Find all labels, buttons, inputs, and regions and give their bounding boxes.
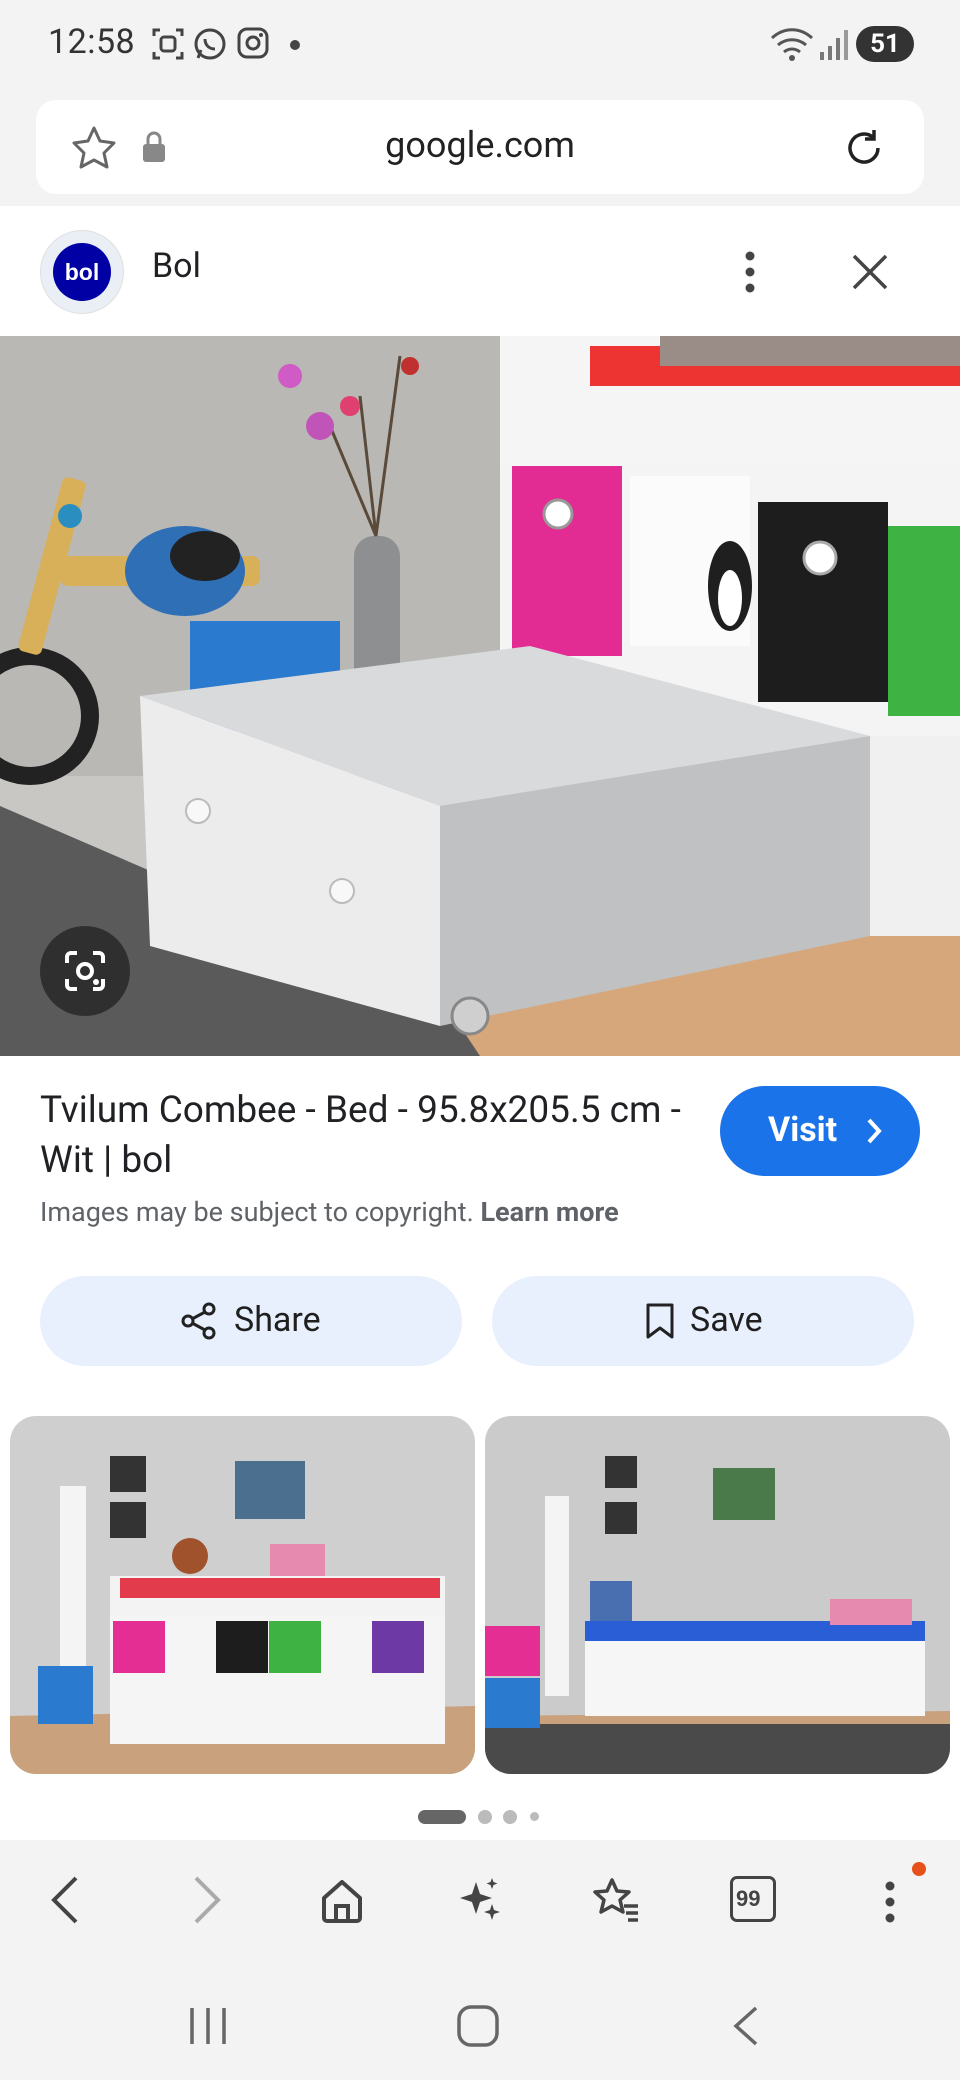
more-vert-icon[interactable] (730, 248, 770, 296)
signal-icon (820, 30, 848, 60)
share-button[interactable]: Share (40, 1276, 462, 1366)
whatsapp-icon (194, 28, 226, 60)
bookmark-icon (646, 1303, 674, 1339)
bookmarks-icon[interactable] (590, 1876, 642, 1924)
copyright-notice: Images may be subject to copyright. Lear… (40, 1196, 619, 1228)
back-icon[interactable] (46, 1874, 86, 1926)
reload-icon[interactable] (840, 124, 888, 172)
site-name[interactable]: Bol (152, 246, 201, 286)
recents-icon[interactable] (186, 2006, 230, 2046)
wifi-icon (770, 28, 814, 61)
visit-label: Visit (768, 1110, 838, 1150)
back-button-icon[interactable] (730, 2004, 762, 2048)
status-time: 12:58 (48, 22, 136, 62)
visit-button[interactable]: Visit (720, 1086, 920, 1176)
save-label: Save (690, 1300, 763, 1340)
tab-count: 99 (736, 1886, 761, 1911)
main-product-image[interactable] (0, 336, 960, 1056)
screenshot-icon (152, 28, 184, 60)
related-image-1[interactable] (10, 1416, 475, 1774)
related-images (0, 1416, 960, 1800)
url-text[interactable]: google.com (36, 124, 924, 166)
lens-icon (65, 951, 105, 991)
tabs-icon[interactable]: 99 (730, 1876, 776, 1922)
home-button-icon[interactable] (456, 2004, 500, 2048)
system-navigation-bar (0, 1960, 960, 2080)
copyright-text: Images may be subject to copyright. (40, 1196, 474, 1228)
page-dot[interactable] (503, 1810, 517, 1824)
notification-badge (912, 1862, 926, 1876)
page-dot[interactable] (530, 1812, 539, 1821)
chevron-right-icon (867, 1118, 882, 1144)
result-header: bol Bol (0, 206, 960, 336)
google-lens-button[interactable] (40, 926, 130, 1016)
forward-icon[interactable] (186, 1874, 226, 1926)
product-photo-illustration (0, 336, 960, 1056)
related-photo-illustration-2 (485, 1416, 950, 1774)
share-label: Share (234, 1300, 321, 1340)
gallery-pagination (0, 1796, 960, 1840)
related-photo-illustration (10, 1416, 475, 1774)
home-icon[interactable] (318, 1876, 366, 1924)
more-vert-icon[interactable] (870, 1878, 910, 1926)
site-logo[interactable]: bol (40, 230, 124, 314)
site-logo-text: bol (53, 243, 111, 301)
notification-dot-icon (290, 40, 300, 50)
page-dot-active[interactable] (418, 1810, 466, 1824)
instagram-icon (237, 27, 269, 59)
page-dot[interactable] (478, 1810, 492, 1824)
close-icon[interactable] (850, 252, 890, 292)
learn-more-link[interactable]: Learn more (480, 1196, 618, 1228)
browser-toolbar: 99 (0, 1840, 960, 1960)
related-image-2[interactable] (485, 1416, 950, 1774)
share-icon (181, 1302, 216, 1340)
result-title[interactable]: Tvilum Combee - Bed - 95.8x205.5 cm - Wi… (40, 1086, 700, 1186)
save-button[interactable]: Save (492, 1276, 914, 1366)
status-bar: 12:58 51 (0, 0, 960, 92)
result-info: Tvilum Combee - Bed - 95.8x205.5 cm - Wi… (0, 1056, 960, 1416)
battery-indicator: 51 (856, 26, 914, 62)
address-bar[interactable]: google.com (36, 100, 924, 194)
ai-sparkle-icon[interactable] (456, 1876, 504, 1924)
